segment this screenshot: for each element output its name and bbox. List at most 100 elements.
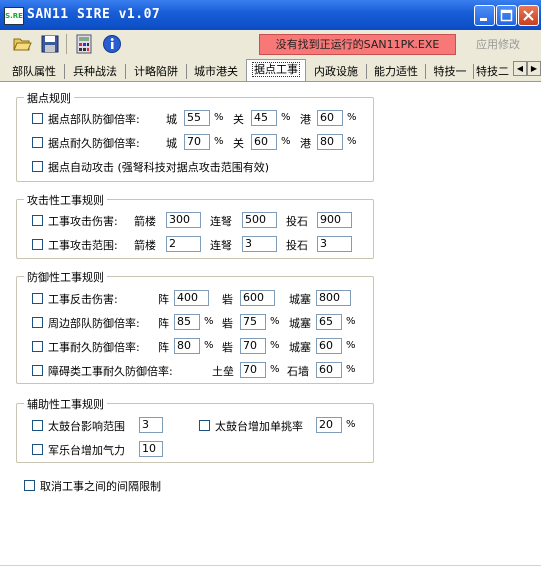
works-attack-range-catapult-input[interactable]: 3 (317, 236, 352, 252)
fortress-label: 城塞 (289, 317, 311, 330)
percent-sign: % (270, 340, 280, 351)
repeating-crossbow-label: 连弩 (210, 239, 232, 252)
info-icon[interactable] (102, 34, 122, 54)
cancel-works-spacing-checkbox[interactable] (24, 480, 35, 491)
music-tower-morale-input[interactable]: 10 (139, 441, 163, 457)
stronghold-durability-defense-pass-input[interactable]: 60 (251, 134, 277, 150)
port-label: 港 (300, 113, 311, 126)
stronghold-rules-title: 据点规则 (24, 90, 74, 106)
stone-wall-label: 石墙 (287, 365, 309, 378)
tab-schemes-traps[interactable]: 计略陷阱 (128, 62, 184, 81)
drum-tower-duel-input[interactable]: 20 (316, 417, 342, 433)
stronghold-durability-defense-checkbox[interactable] (32, 137, 43, 148)
tab-scroll-left-button[interactable]: ◀ (513, 61, 527, 76)
percent-sign: % (204, 316, 214, 327)
works-attack-damage-arrow-tower-input[interactable]: 300 (166, 212, 201, 228)
maximize-button[interactable] (496, 5, 517, 26)
save-icon[interactable] (40, 34, 60, 54)
tab-skills-one[interactable]: 特技一 (428, 62, 472, 81)
drum-tower-duel-checkbox[interactable] (199, 420, 210, 431)
stronghold-durability-defense-label: 据点耐久防御倍率: (48, 137, 140, 150)
auxiliary-works-title: 辅助性工事规则 (24, 396, 107, 412)
camp-label: 阵 (158, 341, 169, 354)
drum-tower-duel-label: 太鼓台增加单挑率 (215, 420, 303, 433)
works-attack-damage-catapult-input[interactable]: 900 (317, 212, 352, 228)
tab-unit-attributes[interactable]: 部队属性 (6, 62, 62, 81)
tab-skills-two[interactable]: 特技二 (476, 62, 513, 81)
catapult-label: 投石 (286, 239, 308, 252)
percent-sign: % (281, 136, 291, 147)
percent-sign: % (346, 419, 356, 430)
attack-works-title: 攻击性工事规则 (24, 192, 107, 208)
catapult-label: 投石 (286, 215, 308, 228)
tab-separator (473, 64, 474, 79)
stronghold-unit-defense-city-input[interactable]: 55 (184, 110, 210, 126)
works-durability-defense-camp-input[interactable]: 80 (174, 338, 200, 354)
music-tower-morale-checkbox[interactable] (32, 444, 43, 455)
music-tower-morale-label: 军乐台增加气力 (48, 444, 125, 457)
nearby-unit-defense-checkbox[interactable] (32, 317, 43, 328)
works-attack-range-checkbox[interactable] (32, 239, 43, 250)
drum-tower-range-input[interactable]: 3 (139, 417, 163, 433)
camp-label: 阵 (158, 293, 169, 306)
tab-abilities-aptitude[interactable]: 能力适性 (369, 62, 423, 81)
nearby-unit-defense-fortress-input[interactable]: 65 (316, 314, 342, 330)
camp-label: 阵 (158, 317, 169, 330)
percent-sign: % (347, 136, 357, 147)
calculator-icon[interactable] (74, 34, 94, 54)
works-durability-defense-checkbox[interactable] (32, 341, 43, 352)
close-icon (523, 10, 534, 21)
nearby-unit-defense-fort-input[interactable]: 75 (240, 314, 266, 330)
stronghold-unit-defense-checkbox[interactable] (32, 113, 43, 124)
minimize-icon (480, 18, 487, 21)
barrier-durability-defense-checkbox[interactable] (32, 365, 43, 376)
barrier-durability-stone-wall-input[interactable]: 60 (316, 362, 342, 378)
minimize-button[interactable] (474, 5, 495, 26)
works-durability-defense-fort-input[interactable]: 70 (240, 338, 266, 354)
stronghold-durability-defense-port-input[interactable]: 80 (317, 134, 343, 150)
stronghold-unit-defense-label: 据点部队防御倍率: (48, 113, 140, 126)
works-attack-damage-checkbox[interactable] (32, 215, 43, 226)
fort-label: 砦 (222, 293, 233, 306)
nearby-unit-defense-label: 周边部队防御倍率: (48, 317, 140, 330)
apply-changes-button[interactable]: 应用修改 (465, 34, 531, 55)
drum-tower-range-checkbox[interactable] (32, 420, 43, 431)
cancel-works-spacing-label: 取消工事之间的间隔限制 (40, 480, 161, 493)
percent-sign: % (281, 112, 291, 123)
works-durability-defense-fortress-input[interactable]: 60 (316, 338, 342, 354)
tab-cities-ports[interactable]: 城市港关 (189, 62, 243, 81)
stronghold-durability-defense-city-input[interactable]: 70 (184, 134, 210, 150)
open-folder-icon[interactable] (12, 34, 32, 54)
pass-label: 关 (233, 113, 244, 126)
works-attack-damage-crossbow-input[interactable]: 500 (242, 212, 277, 228)
tab-domestic-facilities[interactable]: 内政设施 (308, 62, 364, 81)
tab-strongholds-works[interactable]: 据点工事 (246, 59, 306, 81)
percent-sign: % (347, 112, 357, 123)
stronghold-unit-defense-port-input[interactable]: 60 (317, 110, 343, 126)
works-attack-range-crossbow-input[interactable]: 3 (242, 236, 277, 252)
defense-works-title: 防御性工事规则 (24, 269, 107, 285)
repeating-crossbow-label: 连弩 (210, 215, 232, 228)
works-counter-damage-label: 工事反击伤害: (48, 293, 118, 306)
tab-strongholds-works-label: 据点工事 (252, 62, 300, 77)
fortress-label: 城塞 (289, 293, 311, 306)
nearby-unit-defense-camp-input[interactable]: 85 (174, 314, 200, 330)
works-counter-damage-fort-input[interactable]: 600 (240, 290, 275, 306)
stronghold-auto-attack-checkbox[interactable] (32, 161, 43, 172)
pass-label: 关 (233, 137, 244, 150)
works-attack-range-arrow-tower-input[interactable]: 2 (166, 236, 201, 252)
arrow-tower-label: 箭楼 (134, 215, 156, 228)
toolbar-separator (66, 34, 67, 54)
stronghold-unit-defense-pass-input[interactable]: 45 (251, 110, 277, 126)
close-button[interactable] (518, 5, 539, 26)
works-counter-damage-fortress-input[interactable]: 800 (316, 290, 351, 306)
tab-separator (366, 64, 367, 79)
works-counter-damage-camp-input[interactable]: 400 (174, 290, 209, 306)
stronghold-auto-attack-label: 据点自动攻击 (强弩科技对据点攻击范围有效) (48, 161, 270, 174)
tab-troop-tactics[interactable]: 兵种战法 (67, 62, 123, 81)
works-counter-damage-checkbox[interactable] (32, 293, 43, 304)
tab-scroll-right-button[interactable]: ▶ (527, 61, 541, 76)
fortress-label: 城塞 (289, 341, 311, 354)
barrier-durability-earthwork-input[interactable]: 70 (240, 362, 266, 378)
fort-label: 砦 (222, 317, 233, 330)
